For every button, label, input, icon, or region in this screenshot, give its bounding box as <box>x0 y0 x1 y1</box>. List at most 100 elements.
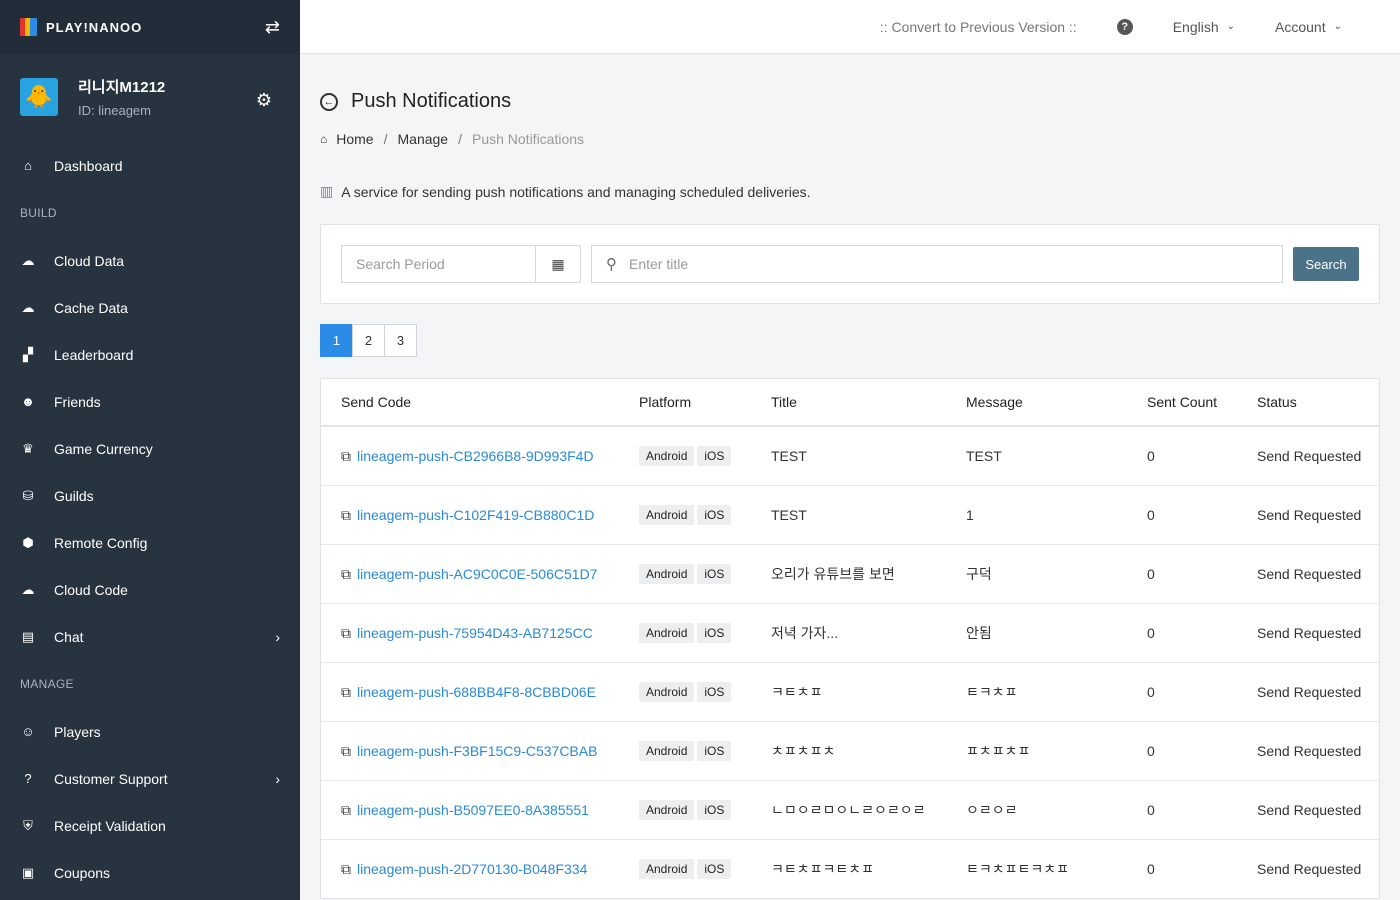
platform-cell: Android iOS <box>639 741 771 761</box>
title-cell: ㅊㅍㅊㅍㅊ <box>771 743 836 759</box>
column-header-title: Title <box>771 394 797 410</box>
home-icon: ⌂ <box>320 132 328 146</box>
title-cell: TEST <box>771 507 807 523</box>
sidebar-section-manage: MANAGE <box>20 677 74 691</box>
send-code-link[interactable]: lineagem-push-CB2966B8-9D993F4D <box>357 448 594 464</box>
breadcrumb-current: Push Notifications <box>471 131 585 147</box>
account-dropdown[interactable]: Account ⌄ <box>1275 19 1342 35</box>
page-button-1[interactable]: 1 <box>320 324 353 357</box>
send-code-link[interactable]: lineagem-push-C102F419-CB880C1D <box>357 507 594 523</box>
send-code-link[interactable]: lineagem-push-B5097EE0-8A385551 <box>357 802 589 818</box>
sidebar-item-cloud-code[interactable]: ☁ Cloud Code <box>0 566 300 613</box>
breadcrumb-home[interactable]: Home <box>336 131 373 147</box>
message-cell: ㅌㅋㅊㅍ <box>966 684 1018 700</box>
sidebar-item-remote-config[interactable]: ⬢ Remote Config <box>0 519 300 566</box>
platform-tag-android: Android <box>639 505 695 525</box>
cloud-upload-icon: ☁ <box>21 252 35 268</box>
top-header: :: Convert to Previous Version :: ? Engl… <box>300 0 1400 54</box>
status-cell: Send Requested <box>1257 625 1362 641</box>
calendar-icon[interactable]: ▦ <box>535 246 580 282</box>
platform-cell: Android iOS <box>639 505 771 525</box>
page-title-row: ← Push Notifications <box>320 90 1380 113</box>
sidebar-item-dashboard[interactable]: ⌂ Dashboard <box>0 142 300 189</box>
question-icon: ? <box>24 771 32 786</box>
sent-count-cell: 0 <box>1147 448 1155 464</box>
column-header-send-code: Send Code <box>341 394 412 410</box>
sidebar-item-cache-data[interactable]: ☁ Cache Data <box>0 284 300 331</box>
breadcrumb-manage[interactable]: Manage <box>398 131 449 147</box>
table-row: ⧉ lineagem-push-C102F419-CB880C1D Android i… <box>321 485 1379 544</box>
logo-mark-icon <box>20 18 38 36</box>
title-cell: 오리가 유튜브를 보면 <box>771 566 895 582</box>
sidebar-item-receipt-validation[interactable]: ⛨ Receipt Validation <box>0 802 300 849</box>
page-button-2[interactable]: 2 <box>352 324 385 357</box>
pagination: 1 2 3 <box>320 324 1380 357</box>
sidebar-item-label: Game Currency <box>54 440 153 457</box>
external-link-icon: ⧉ <box>341 683 351 700</box>
search-icon: ⚲ <box>606 256 617 273</box>
book-icon: ▥ <box>320 183 334 199</box>
send-code-cell: ⧉ lineagem-push-688BB4F8-8CBBD06E <box>321 684 639 701</box>
platform-tag-android: Android <box>639 446 695 466</box>
sidebar-item-friends[interactable]: ☻ Friends <box>0 378 300 425</box>
shield-icon: ⛨ <box>23 817 33 833</box>
send-code-link[interactable]: lineagem-push-75954D43-AB7125CC <box>357 625 593 641</box>
send-code-cell: ⧉ lineagem-push-F3BF15C9-C537CBAB <box>321 743 639 760</box>
sidebar-item-label: Customer Support <box>54 770 168 787</box>
title-cell: 저녁 가자... <box>771 625 839 641</box>
table-header-row: Send Code Platform Title Message Sent Co… <box>321 379 1379 426</box>
swap-project-icon[interactable]: ⇄ <box>265 17 280 38</box>
sidebar-section-build: BUILD <box>20 206 57 220</box>
title-search-placeholder: Enter title <box>629 256 689 272</box>
help-icon[interactable]: ? <box>1116 18 1133 35</box>
convert-previous-version-link[interactable]: :: Convert to Previous Version :: <box>880 19 1077 35</box>
search-period-placeholder: Search Period <box>356 256 445 272</box>
platform-cell: Android iOS <box>639 800 771 820</box>
sidebar-item-label: Guilds <box>54 487 94 504</box>
sidebar-item-game-currency[interactable]: ♛ Game Currency <box>0 425 300 472</box>
send-code-cell: ⧉ lineagem-push-75954D43-AB7125CC <box>321 625 639 642</box>
send-code-link[interactable]: lineagem-push-AC9C0C0E-506C51D7 <box>357 566 597 582</box>
account-label: Account <box>1275 18 1326 35</box>
back-arrow-icon[interactable]: ← <box>320 92 338 111</box>
platform-tag-android: Android <box>639 859 695 879</box>
sidebar-item-chat[interactable]: ▤ Chat › <box>0 613 300 660</box>
platform-cell: Android iOS <box>639 564 771 584</box>
send-code-link[interactable]: lineagem-push-688BB4F8-8CBBD06E <box>357 684 596 700</box>
page-button-3[interactable]: 3 <box>384 324 417 357</box>
external-link-icon: ⧉ <box>341 506 351 523</box>
send-code-link[interactable]: lineagem-push-F3BF15C9-C537CBAB <box>357 743 597 759</box>
sidebar-item-coupons[interactable]: ▣ Coupons <box>0 849 300 896</box>
brand-logo[interactable]: PLAY!NANOO <box>20 18 142 36</box>
title-search-input[interactable]: ⚲ Enter title <box>591 245 1283 283</box>
table-row: ⧉ lineagem-push-75954D43-AB7125CC Android i… <box>321 603 1379 662</box>
sidebar-item-label: Remote Config <box>54 534 148 551</box>
table-row: ⧉ lineagem-push-AC9C0C0E-506C51D7 Android i… <box>321 544 1379 603</box>
sidebar-item-leaderboard[interactable]: ▞ Leaderboard <box>0 331 300 378</box>
sidebar-item-label: Chat <box>54 628 84 645</box>
chevron-right-icon: › <box>275 770 280 787</box>
send-code-link[interactable]: lineagem-push-2D770130-B048F334 <box>357 861 587 877</box>
column-header-message: Message <box>966 394 1023 410</box>
sidebar-item-guilds[interactable]: ⛁ Guilds <box>0 472 300 519</box>
sidebar-item-cloud-data[interactable]: ☁ Cloud Data <box>0 237 300 284</box>
search-button[interactable]: Search <box>1293 247 1359 281</box>
status-cell: Send Requested <box>1257 566 1362 582</box>
platform-cell: Android iOS <box>639 682 771 702</box>
page-description: ▥ A service for sending push notificatio… <box>320 183 1380 200</box>
status-cell: Send Requested <box>1257 802 1362 818</box>
search-period-field[interactable]: Search Period ▦ <box>341 245 581 283</box>
project-profile: 🐥 리니지M1212 ID: lineagem ⚙ <box>0 54 300 136</box>
message-cell: ㅇㄹㅇㄹ <box>966 802 1018 818</box>
language-dropdown[interactable]: English ⌄ <box>1173 19 1235 35</box>
platform-tag-ios: iOS <box>697 623 732 643</box>
platform-cell: Android iOS <box>639 446 771 466</box>
home-icon: ⌂ <box>24 158 32 173</box>
column-header-sent-count: Sent Count <box>1147 394 1218 410</box>
sidebar-item-customer-support[interactable]: ? Customer Support › <box>0 755 300 802</box>
column-header-status: Status <box>1257 394 1297 410</box>
gear-icon[interactable]: ⚙ <box>256 90 272 111</box>
sidebar-item-players[interactable]: ☺ Players <box>0 708 300 755</box>
table-row: ⧉ lineagem-push-B5097EE0-8A385551 Android i… <box>321 780 1379 839</box>
message-cell: 안됨 <box>966 625 992 641</box>
